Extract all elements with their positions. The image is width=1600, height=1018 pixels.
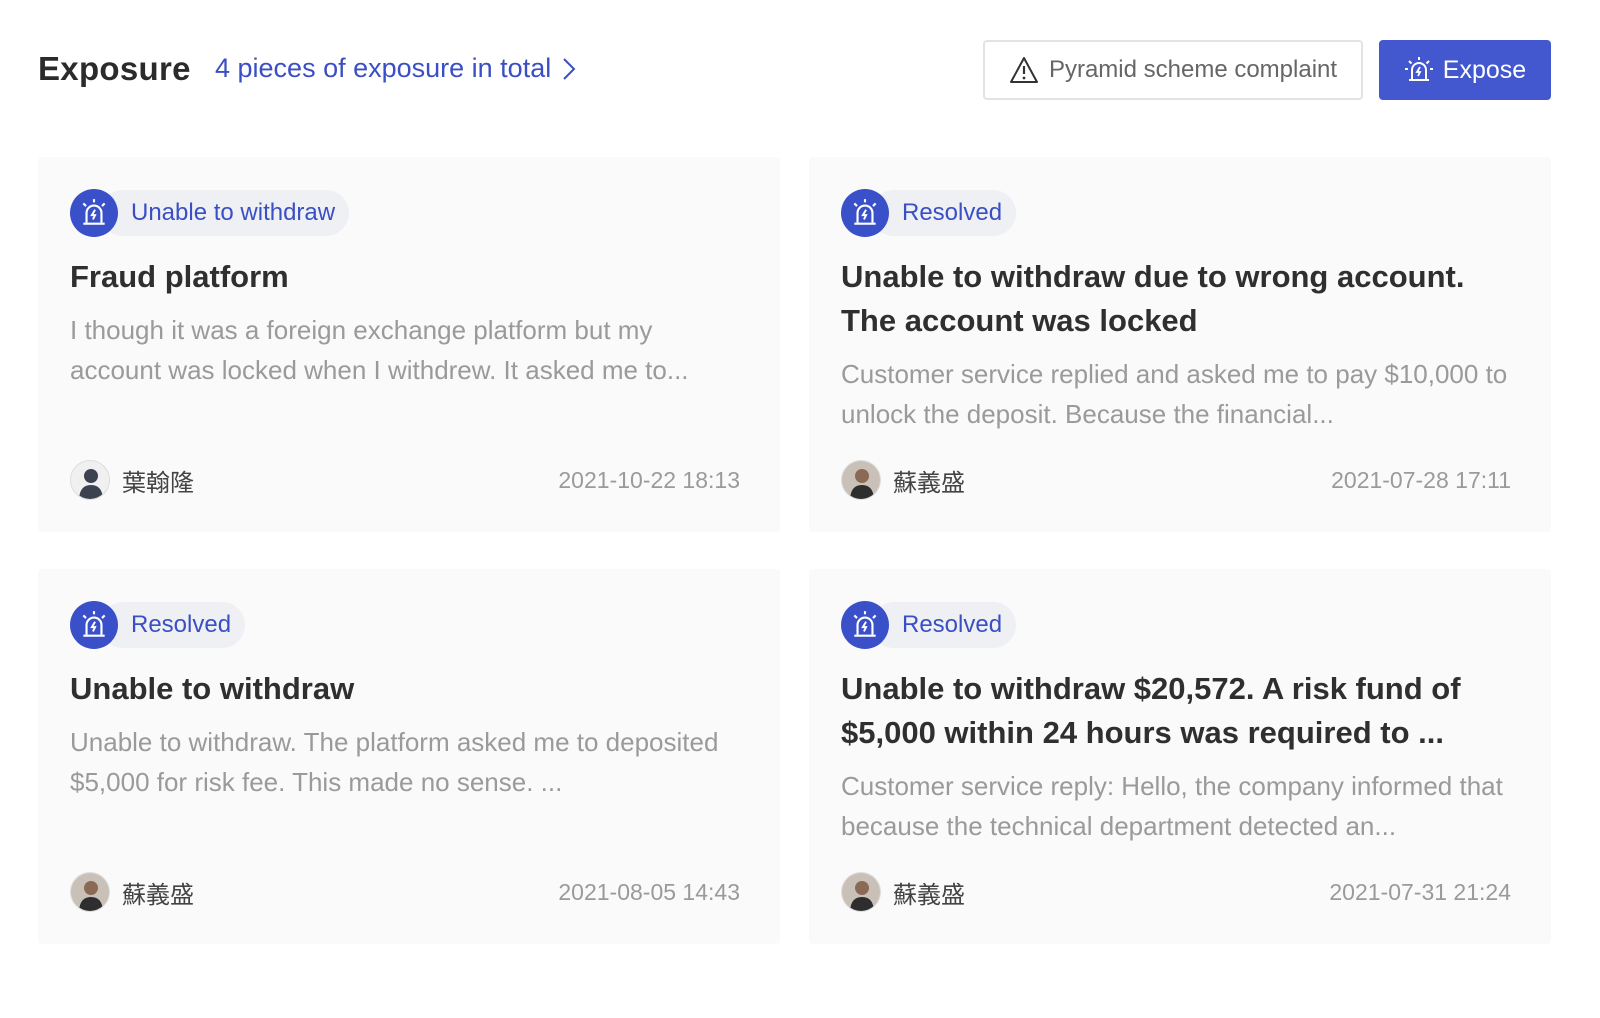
status-badge-label: Unable to withdraw: [100, 190, 350, 236]
exposure-card[interactable]: Resolved Unable to withdraw Unable to wi…: [38, 569, 780, 944]
status-badge-label: Resolved: [871, 602, 1017, 648]
card-title: Unable to withdraw due to wrong account.…: [841, 259, 1465, 338]
exposure-card[interactable]: Unable to withdraw Fraud platform I thou…: [38, 157, 780, 532]
exposure-card[interactable]: Resolved Unable to withdraw due to wrong…: [809, 157, 1551, 532]
avatar: [841, 460, 881, 500]
timestamp: 2021-07-28 17:11: [1331, 467, 1511, 493]
status-badge-label: Resolved: [100, 602, 246, 648]
pyramid-scheme-complaint-button[interactable]: Pyramid scheme complaint: [983, 40, 1363, 100]
status-badge: Resolved: [841, 189, 1017, 237]
status-badge: Resolved: [70, 601, 246, 649]
siren-alarm-icon: [70, 189, 118, 237]
siren-alarm-icon: [841, 189, 889, 237]
expose-button[interactable]: Expose: [1379, 40, 1551, 100]
avatar: [70, 460, 110, 500]
author-name: 蘇義盛: [893, 881, 965, 909]
author-info: 蘇義盛: [841, 460, 965, 500]
card-title: Unable to withdraw: [70, 671, 355, 706]
page-title: Exposure: [38, 50, 191, 87]
total-exposure-label: 4 pieces of exposure in total: [215, 53, 552, 83]
author-info: 葉翰隆: [70, 460, 194, 500]
card-description: Customer service reply: Hello, the compa…: [841, 771, 1503, 841]
warning-triangle-icon: [1009, 57, 1038, 83]
total-exposure-link[interactable]: 4 pieces of exposure in total: [215, 53, 579, 84]
timestamp: 2021-10-22 18:13: [558, 467, 740, 493]
status-badge-label: Resolved: [871, 190, 1017, 236]
siren-alarm-icon: [70, 601, 118, 649]
card-description: I though it was a foreign exchange platf…: [70, 315, 689, 385]
card-description: Customer service replied and asked me to…: [841, 359, 1508, 429]
timestamp: 2021-07-31 21:24: [1329, 879, 1511, 905]
author-name: 葉翰隆: [122, 469, 194, 497]
status-badge: Unable to withdraw: [70, 189, 350, 237]
avatar: [70, 872, 110, 912]
author-name: 蘇義盛: [122, 881, 194, 909]
author-info: 蘇義盛: [70, 872, 194, 912]
status-badge: Resolved: [841, 601, 1017, 649]
siren-alarm-icon: [841, 601, 889, 649]
card-title: Fraud platform: [70, 259, 289, 294]
chevron-right-icon: [563, 57, 576, 80]
expose-button-label: Expose: [1442, 55, 1527, 84]
author-info: 蘇義盛: [841, 872, 965, 912]
card-title: Unable to withdraw $20,572. A risk fund …: [841, 671, 1461, 750]
siren-alarm-icon: [1404, 57, 1433, 81]
complaint-button-label: Pyramid scheme complaint: [1048, 56, 1338, 83]
exposure-card[interactable]: Resolved Unable to withdraw $20,572. A r…: [809, 569, 1551, 944]
avatar: [841, 872, 881, 912]
timestamp: 2021-08-05 14:43: [558, 879, 740, 905]
card-description: Unable to withdraw. The platform asked m…: [70, 727, 719, 797]
author-name: 蘇義盛: [893, 469, 965, 497]
exposure-header: Exposure 4 pieces of exposure in total P…: [38, 40, 1551, 100]
